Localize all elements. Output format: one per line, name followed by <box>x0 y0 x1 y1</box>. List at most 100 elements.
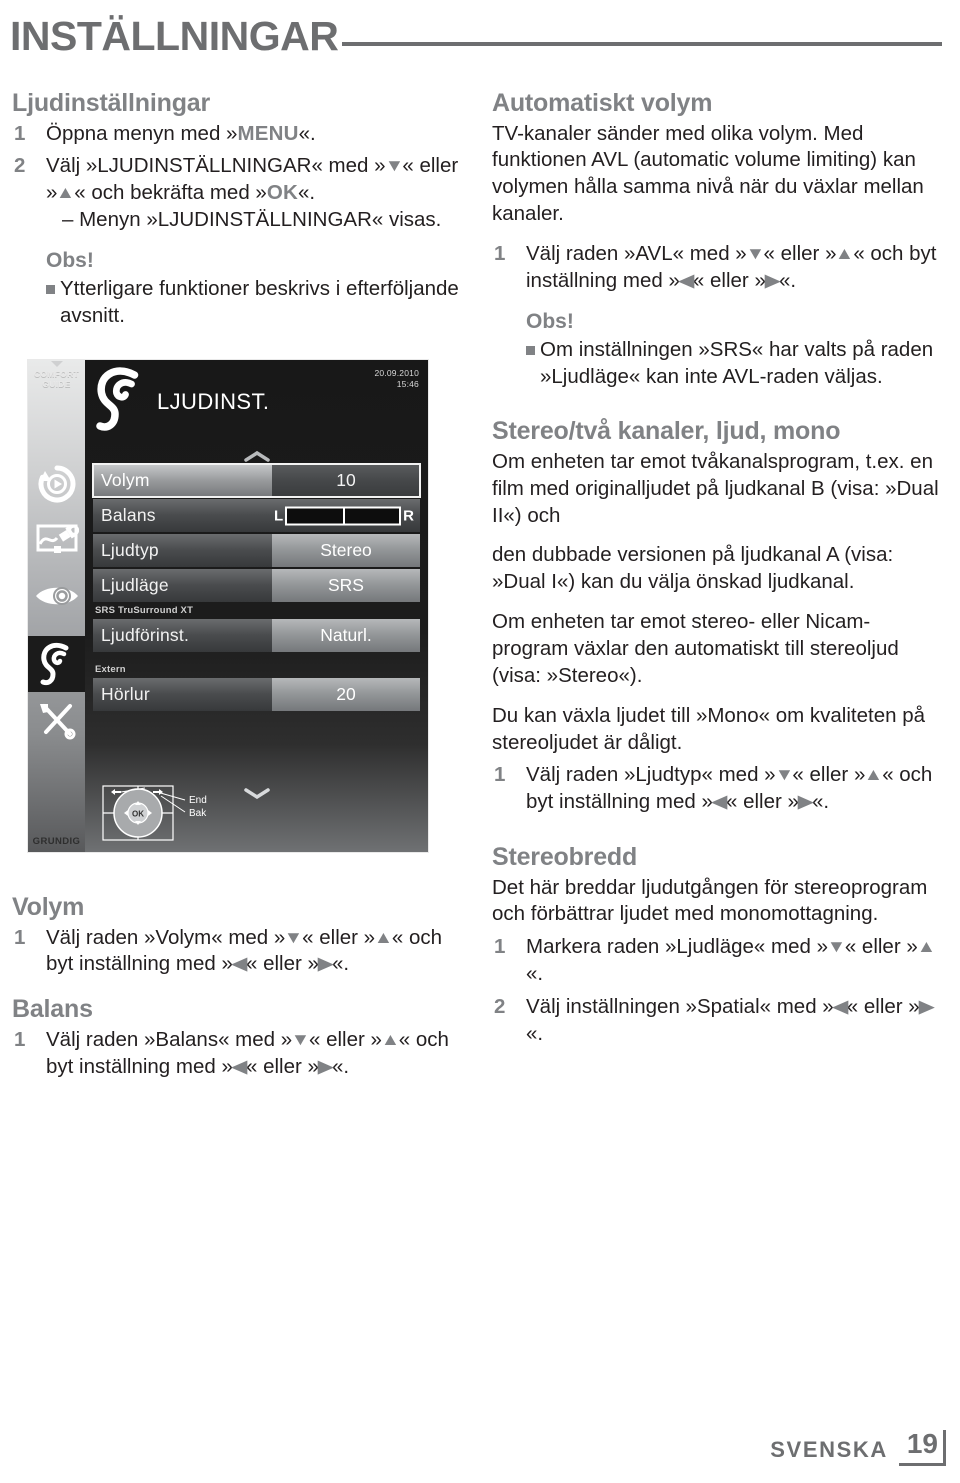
osd-sidebar: COMFORT GUIDE GRUNDIG <box>28 360 85 852</box>
list-number: 1 <box>494 935 506 959</box>
chevron-down-icon: ▼ <box>384 156 404 176</box>
osd-menu-title: LJUDINST. <box>157 388 270 414</box>
svg-text:OK: OK <box>132 810 144 819</box>
balance-right-label: R <box>403 507 414 524</box>
chevron-up-icon: ▲ <box>916 937 936 957</box>
osd-row-value: 20 <box>272 678 420 711</box>
chevron-down-icon: ▼ <box>290 1029 311 1049</box>
list-text: Välj inställningen »Spatial« med » <box>526 994 834 1018</box>
list-text: « eller » <box>692 268 766 292</box>
scroll-up-icon[interactable] <box>243 450 270 462</box>
osd-row-balans[interactable]: Balans L R <box>93 499 420 532</box>
list-text: « eller » <box>245 952 319 976</box>
chevron-right-icon: ▶ <box>317 954 333 974</box>
osd-main-panel: 20.09.2010 15:46 LJUDINST. Volym 10 Bala… <box>85 360 428 852</box>
heading-ljudinstallningar: Ljudinställningar <box>12 89 210 117</box>
osd-row-value: 10 <box>272 464 420 497</box>
osd-date: 20.09.2010 <box>374 368 419 378</box>
right-column: Automatiskt volym TV-kanaler sänder med … <box>492 88 942 1054</box>
sidebar-item-media[interactable] <box>28 456 85 512</box>
balance-slider[interactable]: L R <box>274 506 414 525</box>
osd-group-label-srs: SRS TruSurround XT <box>95 605 194 616</box>
list-text: « eller » <box>245 1054 319 1078</box>
brand-logo: GRUNDIG <box>32 836 81 847</box>
osd-row-volym[interactable]: Volym 10 <box>92 463 421 498</box>
list-number: 1 <box>14 1027 26 1051</box>
chevron-right-icon: ▶ <box>764 270 780 290</box>
page-title: INSTÄLLNINGAR <box>10 12 339 59</box>
chevron-up-icon: ▲ <box>835 243 855 263</box>
list-item: 1 Öppna menyn med »MENU«. <box>12 121 462 148</box>
osd-header: LJUDINST. <box>95 366 269 437</box>
chevron-left-icon: ◀ <box>231 1056 247 1076</box>
list-text-end: «. <box>298 121 316 145</box>
chevron-left-icon: ◀ <box>711 792 727 812</box>
balance-left-label: L <box>273 507 284 524</box>
list-item: 1 Markera raden »Ljudläge« med »▼« eller… <box>492 934 942 988</box>
list-text: « eller » <box>846 994 920 1018</box>
list-text: « eller » <box>302 925 376 949</box>
page-header: INSTÄLLNINGAR <box>10 8 942 64</box>
chevron-down-icon: ▼ <box>745 243 765 263</box>
eye-icon <box>34 583 80 609</box>
paragraph-stereobredd: Det här breddar ljudutgången för stereop… <box>492 875 928 926</box>
note-bullet-text: Ytterligare funktioner beskrivs i efterf… <box>60 277 459 327</box>
chevron-right-icon: ▶ <box>317 1056 333 1076</box>
osd-row-ljudtyp[interactable]: Ljudtyp Stereo <box>93 534 420 567</box>
sidebar-item-picture[interactable] <box>28 512 85 568</box>
balance-track[interactable] <box>285 506 402 525</box>
sidebar-item-view[interactable] <box>28 568 85 624</box>
square-bullet-icon <box>46 285 55 295</box>
paragraph-stereo-4: Du kan växla ljudet till »Mono« om kvali… <box>492 703 926 754</box>
list-text: Välj raden »Ljudtyp« med » <box>526 763 776 787</box>
chevron-right-icon: ▶ <box>918 996 934 1016</box>
osd-row-value: Stereo <box>272 534 420 567</box>
key-ok: OK <box>266 181 298 205</box>
chevron-down-icon: ▼ <box>284 927 304 947</box>
osd-row-label: Ljudtyp <box>93 534 272 567</box>
osd-group-label-extern: Extern <box>95 664 126 675</box>
list-text-end: «. <box>331 952 350 976</box>
osd-row-label: Hörlur <box>93 678 272 711</box>
chevron-right-icon: ▶ <box>797 792 813 812</box>
chevron-up-icon: ▲ <box>373 927 394 947</box>
osd-row-label: Volym <box>93 464 272 497</box>
list-text: Välj raden »AVL« med » <box>526 241 747 265</box>
left-column-lower: Volym 1 Välj raden »Volym« med »▼« eller… <box>12 892 462 1086</box>
tools-icon <box>36 700 78 740</box>
osd-menu-rows: Volym 10 Balans L R Ljudtyp Stereo Ljudl… <box>92 463 421 713</box>
heading-automatiskt-volym: Automatiskt volym <box>492 89 713 117</box>
footer-page-number: 19 <box>898 1430 946 1466</box>
note-bullet: Om inställningen »SRS« har valts på rade… <box>492 337 942 391</box>
remote-back-label: Bak <box>189 808 207 819</box>
comfort-guide-label: COMFORT GUIDE <box>33 369 80 390</box>
list-text: « eller » <box>844 935 918 959</box>
paragraph-stereo-1: Om enheten tar emot tvåkanalsprogram, t.… <box>492 449 939 527</box>
osd-row-label: Ljudförinst. <box>93 619 272 652</box>
sidebar-item-sound[interactable] <box>28 636 85 692</box>
osd-row-ljudforinst[interactable]: Ljudförinst. Naturl. <box>93 619 420 652</box>
ear-sound-icon <box>95 366 147 437</box>
list-text: « eller » <box>309 1027 382 1051</box>
heading-balans: Balans <box>12 995 93 1024</box>
list-text-end: «. <box>331 1054 350 1078</box>
caret-up-icon <box>50 361 63 367</box>
heading-volym: Volym <box>12 893 85 921</box>
list-number: 1 <box>494 241 506 265</box>
paragraph-stereo-2: den dubbade versionen på ljudkanal A (vi… <box>492 543 894 594</box>
sidebar-item-tools[interactable] <box>28 692 85 748</box>
osd-row-horlur[interactable]: Hörlur 20 <box>93 678 420 711</box>
list-text: « eller » <box>792 763 866 787</box>
tv-osd-screenshot: COMFORT GUIDE GRUNDIG 20.09.2010 15:46 L… <box>28 360 428 852</box>
list-text-end: «. <box>811 790 830 814</box>
chevron-left-icon: ◀ <box>678 270 694 290</box>
osd-row-ljudlage[interactable]: Ljudläge SRS <box>93 569 420 602</box>
list-item: 1 Välj raden »Volym« med »▼« eller »▲« o… <box>12 925 462 979</box>
note-heading: Obs! <box>46 248 94 272</box>
remote-end-label: End <box>189 795 207 806</box>
list-number: 1 <box>14 121 26 145</box>
footer-language: SVENSKA <box>770 1437 888 1462</box>
list-item: 1 Välj raden »Ljudtyp« med »▼« eller »▲«… <box>492 762 942 816</box>
list-item: 1 Välj raden »Balans« med »▼« eller »▲« … <box>12 1027 462 1081</box>
osd-row-label: Ljudläge <box>93 569 272 602</box>
